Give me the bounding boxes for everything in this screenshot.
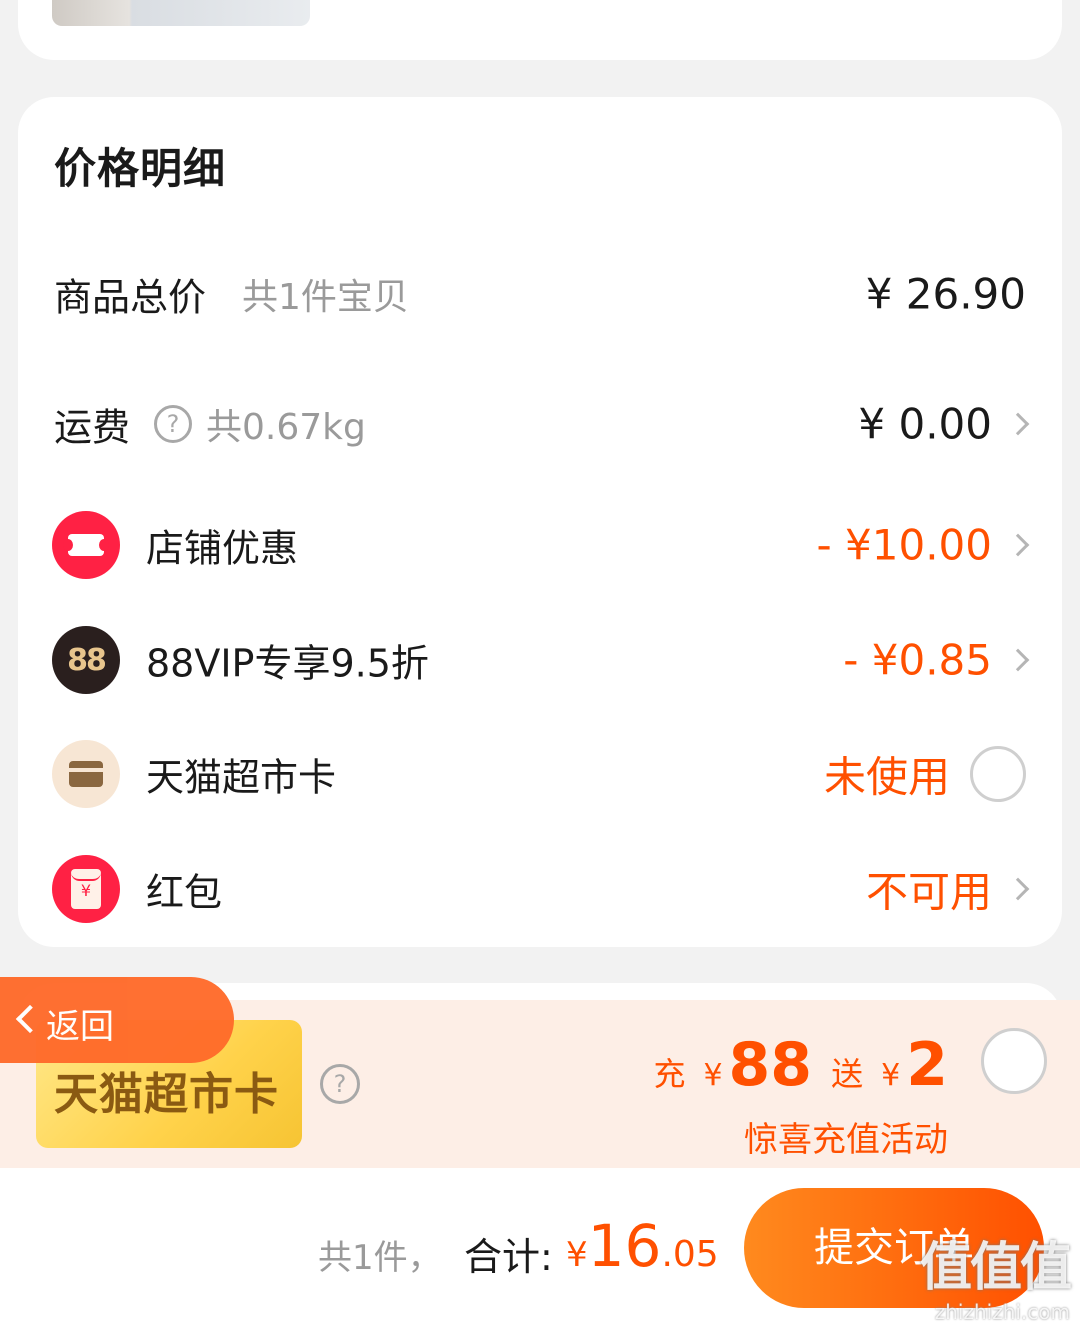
back-button[interactable]: 返回 xyxy=(0,977,234,1063)
red-envelope-status: 不可用 xyxy=(865,867,992,917)
shop-discount-value: - ¥10.00 xyxy=(816,520,992,570)
red-envelope-icon: ¥ xyxy=(52,855,120,923)
help-icon[interactable]: ? xyxy=(320,1064,360,1104)
chevron-right-icon xyxy=(1006,412,1030,436)
watermark-site: zhizhizhi.com xyxy=(934,1300,1070,1324)
vip-discount-label: 88VIP专享9.5折 xyxy=(146,641,429,686)
yen-sign: ¥ xyxy=(566,1235,588,1275)
card-icon xyxy=(52,740,120,808)
shipping-row[interactable]: 运费 ? 共0.67kg ¥ 0.00 xyxy=(18,384,1062,464)
supermarket-card-radio[interactable] xyxy=(970,746,1026,802)
product-thumbnail[interactable] xyxy=(52,0,310,26)
ticket-icon xyxy=(52,511,120,579)
recharge-prefix: 充 xyxy=(653,1055,686,1093)
back-label: 返回 xyxy=(46,1007,114,1047)
chevron-left-icon xyxy=(15,1004,45,1034)
vip-discount-value: - ¥0.85 xyxy=(843,635,992,685)
supermarket-card-label: 天猫超市卡 xyxy=(146,755,337,800)
supermarket-card-status: 未使用 xyxy=(823,752,950,802)
help-icon[interactable]: ? xyxy=(154,405,192,443)
shipping-value: ¥ 0.00 xyxy=(858,399,992,449)
vip-discount-row[interactable]: 88 88VIP专享9.5折 - ¥0.85 xyxy=(18,620,1062,700)
red-envelope-row[interactable]: ¥ 红包 不可用 xyxy=(18,849,1062,929)
chevron-right-icon xyxy=(1006,533,1030,557)
chevron-right-icon xyxy=(1006,877,1030,901)
shipping-weight: 共0.67kg xyxy=(206,407,366,448)
price-detail-title: 价格明细 xyxy=(54,144,227,193)
goods-total-row: 商品总价 共1件宝贝 ¥ 26.90 xyxy=(18,254,1062,334)
shipping-label: 运费 xyxy=(54,405,131,450)
checkout-bar: 共1件， 合计: ¥16.05 提交订单 值值值 zhizhizhi.com xyxy=(0,1168,1080,1330)
total-integer: 16 xyxy=(587,1212,662,1280)
tmall-card-text: 天猫超市卡 xyxy=(54,1069,279,1120)
total-label: 合计: xyxy=(464,1235,553,1279)
total-price: ¥16.05 xyxy=(566,1212,719,1280)
item-count: 共1件， xyxy=(318,1238,442,1278)
watermark-logo: 值值值 xyxy=(919,1238,1072,1298)
88vip-icon: 88 xyxy=(52,626,120,694)
goods-total-label: 商品总价 xyxy=(54,275,207,320)
red-envelope-label: 红包 xyxy=(146,870,223,915)
chevron-right-icon xyxy=(1006,648,1030,672)
price-detail-card: 价格明细 商品总价 共1件宝贝 ¥ 26.90 运费 ? 共0.67kg ¥ 0… xyxy=(18,97,1062,947)
recharge-radio[interactable] xyxy=(981,1028,1047,1094)
goods-total-value: ¥ 26.90 xyxy=(865,269,1026,319)
supermarket-card-row[interactable]: 天猫超市卡 未使用 xyxy=(18,734,1062,814)
yen-sign: ¥ xyxy=(703,1058,723,1093)
goods-count: 共1件宝贝 xyxy=(242,277,409,318)
recharge-subtitle: 惊喜充值活动 xyxy=(744,1120,948,1160)
recharge-offer: 充 ¥88 送 ¥2 xyxy=(653,1030,948,1100)
gift-amount: 2 xyxy=(906,1030,948,1100)
yen-glyph: ¥ xyxy=(71,869,101,909)
total-decimal: .05 xyxy=(661,1234,719,1275)
yen-sign: ¥ xyxy=(881,1058,901,1093)
shop-discount-label: 店铺优惠 xyxy=(146,526,299,571)
shop-discount-row[interactable]: 店铺优惠 - ¥10.00 xyxy=(18,505,1062,585)
recharge-amount: 88 xyxy=(728,1030,813,1100)
gift-prefix: 送 xyxy=(831,1055,864,1093)
